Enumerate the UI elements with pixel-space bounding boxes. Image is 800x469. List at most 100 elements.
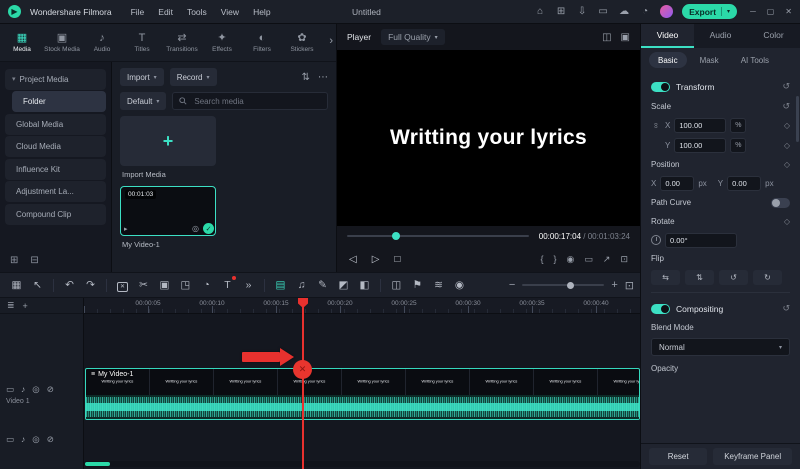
reset-icon[interactable]: ↺ bbox=[782, 81, 790, 92]
timeline-scrollbar[interactable] bbox=[84, 461, 640, 467]
snapshot-icon[interactable]: ◉ bbox=[567, 254, 575, 265]
timeline-body[interactable]: 00:00:05 00:00:10 00:00:15 00:00:20 00:00:25… bbox=[84, 298, 640, 469]
quality-dropdown[interactable]: Full Quality ▾ bbox=[381, 29, 445, 45]
view-mode-icon[interactable]: ◫ bbox=[602, 32, 611, 43]
edit-pen-icon[interactable]: ✎ bbox=[312, 273, 333, 297]
mark-in-icon[interactable]: { bbox=[541, 254, 544, 265]
mask-icon[interactable]: ◩ bbox=[333, 273, 354, 297]
add-to-timeline-icon[interactable]: ▤ bbox=[270, 273, 291, 297]
tabs-overflow-icon[interactable]: › bbox=[329, 35, 333, 47]
properties-scrollbar-thumb[interactable] bbox=[796, 96, 799, 142]
tab-stock-media[interactable]: ▣ Stock Media bbox=[42, 33, 82, 53]
tab-transitions[interactable]: ⇄ Transitions bbox=[162, 33, 202, 53]
menu-item[interactable]: Edit bbox=[158, 7, 173, 17]
chroma-key-icon[interactable]: ◧ bbox=[354, 273, 375, 297]
video-clip-tile[interactable]: 00:01:03 ▸ ◎ ✓ bbox=[120, 186, 216, 236]
tab-stickers[interactable]: ✿ Stickers bbox=[282, 33, 322, 53]
mute-track-icon[interactable]: ♪ bbox=[21, 384, 25, 395]
cloud-icon[interactable]: ☁ bbox=[618, 6, 630, 17]
export-button[interactable]: Export ▾ bbox=[682, 4, 738, 19]
display-icon[interactable]: ▭ bbox=[597, 6, 609, 17]
transform-toggle[interactable] bbox=[651, 81, 670, 92]
seek-handle[interactable] bbox=[392, 232, 401, 240]
sidebar-item-influence-kit[interactable]: Influence Kit bbox=[5, 158, 106, 180]
search-box[interactable] bbox=[172, 92, 328, 110]
sidebar-item-cloud-media[interactable]: Cloud Media bbox=[5, 136, 106, 157]
stop-icon[interactable]: □ bbox=[394, 254, 400, 265]
maximize-button[interactable]: ▢ bbox=[767, 7, 775, 16]
sidebar-item-adjustment-layer[interactable]: Adjustment La... bbox=[5, 181, 106, 202]
subtab-mask[interactable]: Mask bbox=[691, 52, 728, 68]
props-tab-audio[interactable]: Audio bbox=[694, 24, 747, 48]
aspect-ratio-icon[interactable]: ▭ bbox=[584, 254, 593, 265]
rotate-input[interactable]: 0.00° bbox=[665, 232, 737, 248]
timeline-scrollbar-thumb[interactable] bbox=[85, 462, 110, 466]
delete-folder-icon[interactable]: ⊟ bbox=[30, 255, 38, 266]
screen-layout-icon[interactable]: ▦ bbox=[6, 273, 27, 297]
notification-icon[interactable]: ◔ bbox=[639, 6, 651, 17]
tab-media[interactable]: ▦ Media bbox=[2, 33, 42, 53]
link-scale-icon[interactable]: ∞ bbox=[652, 120, 661, 130]
lock-track-icon[interactable]: ⊘ bbox=[47, 384, 54, 395]
tab-effects[interactable]: ✦ Effects bbox=[202, 33, 242, 53]
crop-icon[interactable]: ◳ bbox=[175, 273, 196, 297]
timeline-ruler[interactable]: 00:00:05 00:00:10 00:00:15 00:00:20 00:00:25… bbox=[84, 298, 640, 314]
sidebar-item-project-media[interactable]: ▾ Project Media bbox=[5, 68, 106, 90]
expand-icon[interactable]: ↗ bbox=[603, 254, 611, 265]
reset-button[interactable]: Reset bbox=[649, 448, 708, 465]
subtab-basic[interactable]: Basic bbox=[649, 52, 687, 68]
keyframe-diamond-icon[interactable]: ◇ bbox=[784, 121, 790, 130]
import-media-tile[interactable]: + bbox=[120, 116, 216, 166]
split-scissors-icon[interactable]: ✂ bbox=[133, 273, 154, 297]
play-icon[interactable]: ▷ bbox=[372, 254, 380, 265]
record-voiceover-icon[interactable]: ♫ bbox=[291, 273, 312, 297]
sort-icon[interactable]: ⇅ bbox=[302, 72, 310, 83]
save-icon[interactable]: ⇩ bbox=[576, 6, 588, 17]
track-type-icon[interactable]: ▭ bbox=[6, 384, 14, 395]
undo-icon[interactable]: ↶ bbox=[59, 273, 80, 297]
rotate-cw-button[interactable]: ↻ bbox=[753, 269, 782, 285]
subtab-ai-tools[interactable]: AI Tools bbox=[732, 52, 778, 68]
home-icon[interactable]: ⌂ bbox=[534, 6, 546, 17]
avatar[interactable] bbox=[660, 5, 674, 18]
export-caret-icon[interactable]: ▾ bbox=[727, 8, 730, 15]
blend-mode-dropdown[interactable]: Normal ▾ bbox=[651, 338, 790, 356]
seek-bar[interactable] bbox=[347, 232, 529, 240]
props-tab-video[interactable]: Video bbox=[641, 24, 694, 48]
fit-timeline-icon[interactable]: ⊡ bbox=[625, 279, 634, 292]
more-options-icon[interactable]: ⋯ bbox=[318, 72, 328, 83]
zoom-in-icon[interactable]: + bbox=[611, 279, 617, 291]
hide-track-icon[interactable]: ◎ bbox=[32, 434, 39, 445]
playhead[interactable] bbox=[298, 298, 308, 469]
sidebar-item-global-media[interactable]: Global Media bbox=[5, 113, 106, 135]
preview-quality-icon[interactable]: ▣ bbox=[621, 32, 630, 43]
hide-track-icon[interactable]: ◎ bbox=[32, 384, 39, 395]
sidebar-item-compound-clip[interactable]: Compound Clip bbox=[5, 203, 106, 225]
flip-vertical-button[interactable]: ⇅ bbox=[685, 269, 714, 285]
add-track-icon[interactable]: + bbox=[23, 301, 28, 311]
more-tools-icon[interactable]: » bbox=[238, 273, 259, 297]
timeline-video-clip[interactable]: ≡ My Video-1 Writting your lyrics Writtin… bbox=[85, 368, 640, 420]
props-tab-color[interactable]: Color bbox=[747, 24, 800, 48]
minimize-button[interactable]: ─ bbox=[750, 7, 756, 16]
apps-icon[interactable]: ⊞ bbox=[555, 6, 567, 17]
add-folder-icon[interactable]: ⊞ bbox=[10, 255, 18, 266]
video-track-header[interactable]: ▭ ♪ ◎ ⊘ Video 1 bbox=[0, 368, 83, 420]
position-x-input[interactable]: 0.00 bbox=[660, 175, 695, 191]
scale-x-input[interactable]: 100.00 bbox=[674, 117, 727, 133]
rotate-ccw-button[interactable]: ↺ bbox=[719, 269, 748, 285]
fullscreen-icon[interactable]: ⊡ bbox=[620, 254, 628, 265]
zoom-slider-handle[interactable] bbox=[567, 281, 575, 289]
record-button[interactable]: Record ▾ bbox=[169, 68, 217, 86]
keyframe-diamond-icon[interactable]: ◇ bbox=[784, 141, 790, 150]
manage-tracks-icon[interactable]: ≣ bbox=[7, 300, 15, 311]
tab-filters[interactable]: ◐ Filters bbox=[242, 33, 282, 53]
keyframe-panel-button[interactable]: Keyframe Panel bbox=[713, 448, 792, 465]
tab-titles[interactable]: T Titles bbox=[122, 33, 162, 53]
scale-y-input[interactable]: 100.00 bbox=[674, 137, 727, 153]
mark-out-icon[interactable]: } bbox=[554, 254, 557, 265]
compositing-toggle[interactable] bbox=[651, 303, 670, 314]
flip-horizontal-button[interactable]: ⇆ bbox=[651, 269, 680, 285]
marker-icon[interactable]: ⚑ bbox=[407, 273, 428, 297]
previous-frame-icon[interactable]: ◁ bbox=[349, 254, 357, 265]
